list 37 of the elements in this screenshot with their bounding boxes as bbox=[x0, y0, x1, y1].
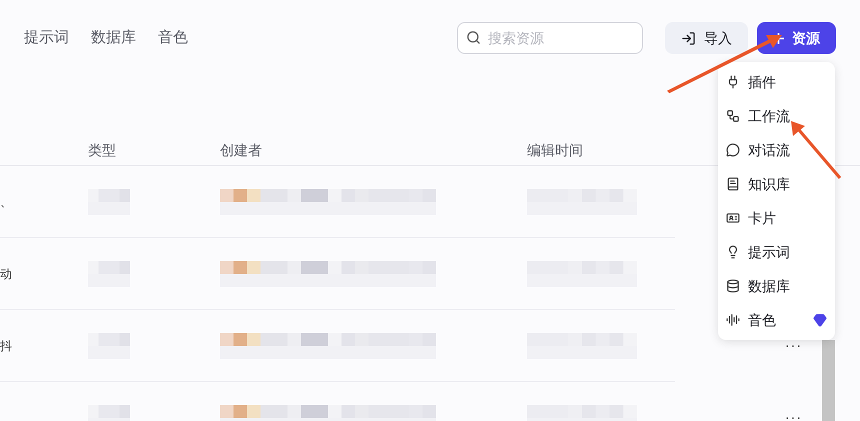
tab[interactable]: 数据库 bbox=[91, 26, 136, 50]
menu-item[interactable]: 知识库 bbox=[718, 167, 835, 201]
chat-icon bbox=[726, 143, 740, 157]
menu-item[interactable]: 音色 bbox=[718, 303, 835, 337]
pixelated-redaction bbox=[88, 188, 130, 214]
sound-icon bbox=[726, 313, 740, 327]
column-header: 创建者 bbox=[220, 142, 262, 158]
database-icon bbox=[726, 279, 740, 293]
menu-item[interactable]: 工作流 bbox=[718, 99, 835, 133]
pixelated-redaction bbox=[88, 260, 130, 286]
pixelated-redaction bbox=[88, 332, 130, 358]
menu-item[interactable]: 提示词 bbox=[718, 235, 835, 269]
bulb-icon bbox=[726, 245, 740, 259]
flow-icon bbox=[726, 109, 740, 123]
menu-item[interactable]: 卡片 bbox=[718, 201, 835, 235]
menu-item[interactable]: 数据库 bbox=[718, 269, 835, 303]
search-field[interactable]: 搜索资源 bbox=[457, 22, 643, 54]
menu-item[interactable]: 插件 bbox=[718, 65, 835, 99]
add-resource-button[interactable]: 资源 bbox=[757, 22, 836, 54]
more-button[interactable]: ··· bbox=[785, 335, 802, 356]
annotation-arrow bbox=[791, 121, 842, 179]
name-cell: 动 bbox=[0, 266, 12, 280]
name-cell: 抖 bbox=[0, 338, 12, 352]
book-icon bbox=[726, 177, 740, 191]
tab[interactable]: 提示词 bbox=[24, 26, 69, 50]
more-button[interactable]: ··· bbox=[785, 407, 802, 421]
search-icon bbox=[466, 30, 481, 45]
tab[interactable]: 音色 bbox=[158, 26, 188, 50]
menu-item[interactable]: 对话流 bbox=[718, 133, 835, 167]
column-header: 类型 bbox=[88, 142, 116, 158]
plug-icon bbox=[726, 75, 740, 89]
name-cell: 、 bbox=[0, 194, 12, 208]
scrollbar[interactable] bbox=[822, 340, 835, 421]
column-header: 编辑时间 bbox=[527, 142, 583, 158]
card-icon bbox=[726, 211, 740, 225]
import-button[interactable]: 导入 bbox=[665, 22, 748, 54]
import-icon bbox=[681, 30, 696, 46]
